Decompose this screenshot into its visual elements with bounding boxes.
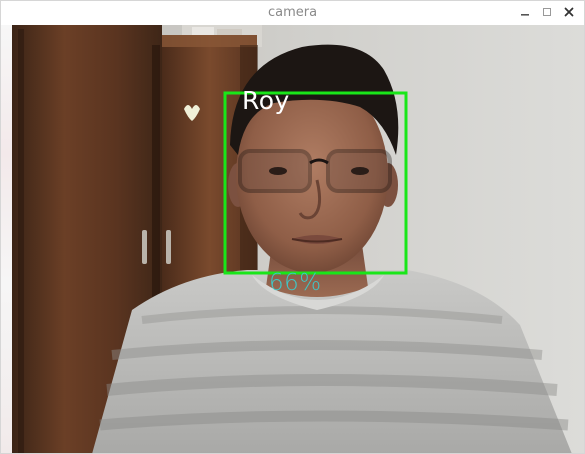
minimize-icon bbox=[521, 14, 529, 16]
detected-name-label: Roy bbox=[242, 86, 290, 115]
title-bar[interactable]: camera bbox=[1, 1, 584, 26]
camera-window: camera Roy 66% bbox=[0, 0, 585, 454]
close-icon bbox=[564, 7, 574, 17]
camera-frame bbox=[12, 25, 584, 453]
minimize-button[interactable] bbox=[518, 4, 532, 20]
window-side-border bbox=[1, 25, 12, 453]
maximize-icon bbox=[543, 8, 551, 16]
close-button[interactable] bbox=[562, 4, 576, 20]
window-controls bbox=[518, 4, 576, 20]
maximize-button[interactable] bbox=[540, 4, 554, 20]
camera-feed: Roy 66% bbox=[12, 25, 584, 453]
window-title: camera bbox=[267, 5, 318, 20]
confidence-label: 66% bbox=[269, 270, 322, 296]
